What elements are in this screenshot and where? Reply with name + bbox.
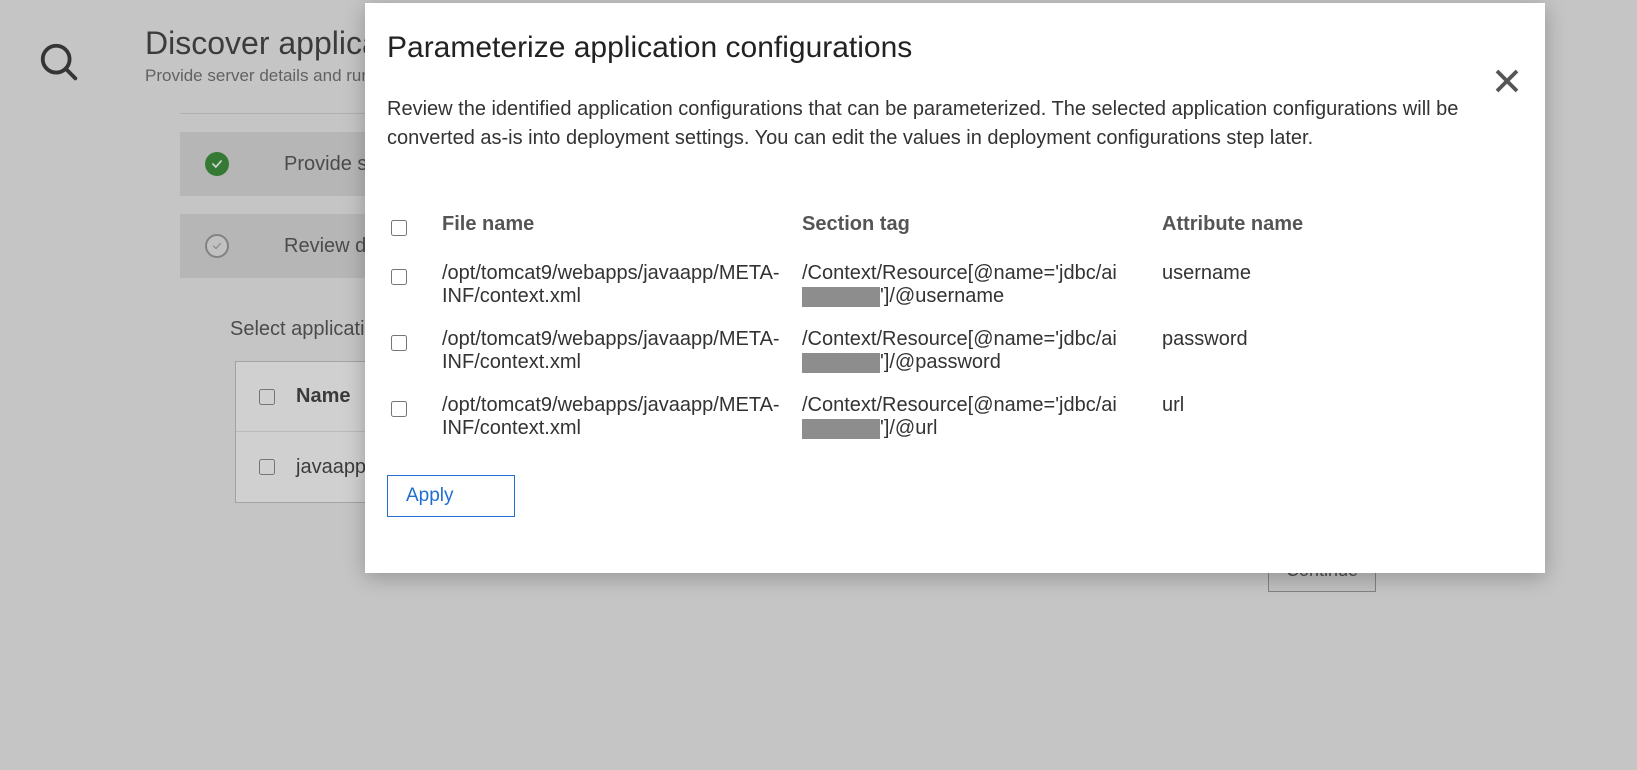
apply-button[interactable]: Apply: [387, 475, 515, 517]
section-tag-cell: /Context/Resource[@name='jdbc/ai ']/@use…: [802, 262, 1162, 308]
table-row: /opt/tomcat9/webapps/javaapp/META-INF/co…: [387, 384, 1509, 450]
redacted-segment: [802, 287, 880, 307]
configurations-table: File name Section tag Attribute name /op…: [387, 203, 1509, 450]
row-checkbox[interactable]: [391, 335, 407, 351]
file-name-cell: /opt/tomcat9/webapps/javaapp/META-INF/co…: [442, 328, 802, 374]
modal-title: Parameterize application configurations: [387, 31, 1509, 65]
row-checkbox[interactable]: [391, 401, 407, 417]
column-header-attribute: Attribute name: [1162, 213, 1509, 236]
modal-description: Review the identified application config…: [387, 95, 1467, 153]
column-header-sectiontag: Section tag: [802, 213, 1162, 236]
row-checkbox[interactable]: [391, 269, 407, 285]
attribute-cell: url: [1162, 394, 1509, 417]
table-header-row: File name Section tag Attribute name: [387, 203, 1509, 252]
section-tag-cell: /Context/Resource[@name='jdbc/ai ']/@pas…: [802, 328, 1162, 374]
column-header-filename: File name: [442, 213, 802, 236]
table-row: /opt/tomcat9/webapps/javaapp/META-INF/co…: [387, 318, 1509, 384]
file-name-cell: /opt/tomcat9/webapps/javaapp/META-INF/co…: [442, 394, 802, 440]
attribute-cell: password: [1162, 328, 1509, 351]
attribute-cell: username: [1162, 262, 1509, 285]
close-button[interactable]: [1487, 61, 1527, 101]
redacted-segment: [802, 419, 880, 439]
select-all-checkbox[interactable]: [391, 220, 407, 236]
parameterize-modal: Parameterize application configurations …: [365, 3, 1545, 573]
section-tag-cell: /Context/Resource[@name='jdbc/ai ']/@url: [802, 394, 1162, 440]
redacted-segment: [802, 353, 880, 373]
table-row: /opt/tomcat9/webapps/javaapp/META-INF/co…: [387, 252, 1509, 318]
file-name-cell: /opt/tomcat9/webapps/javaapp/META-INF/co…: [442, 262, 802, 308]
